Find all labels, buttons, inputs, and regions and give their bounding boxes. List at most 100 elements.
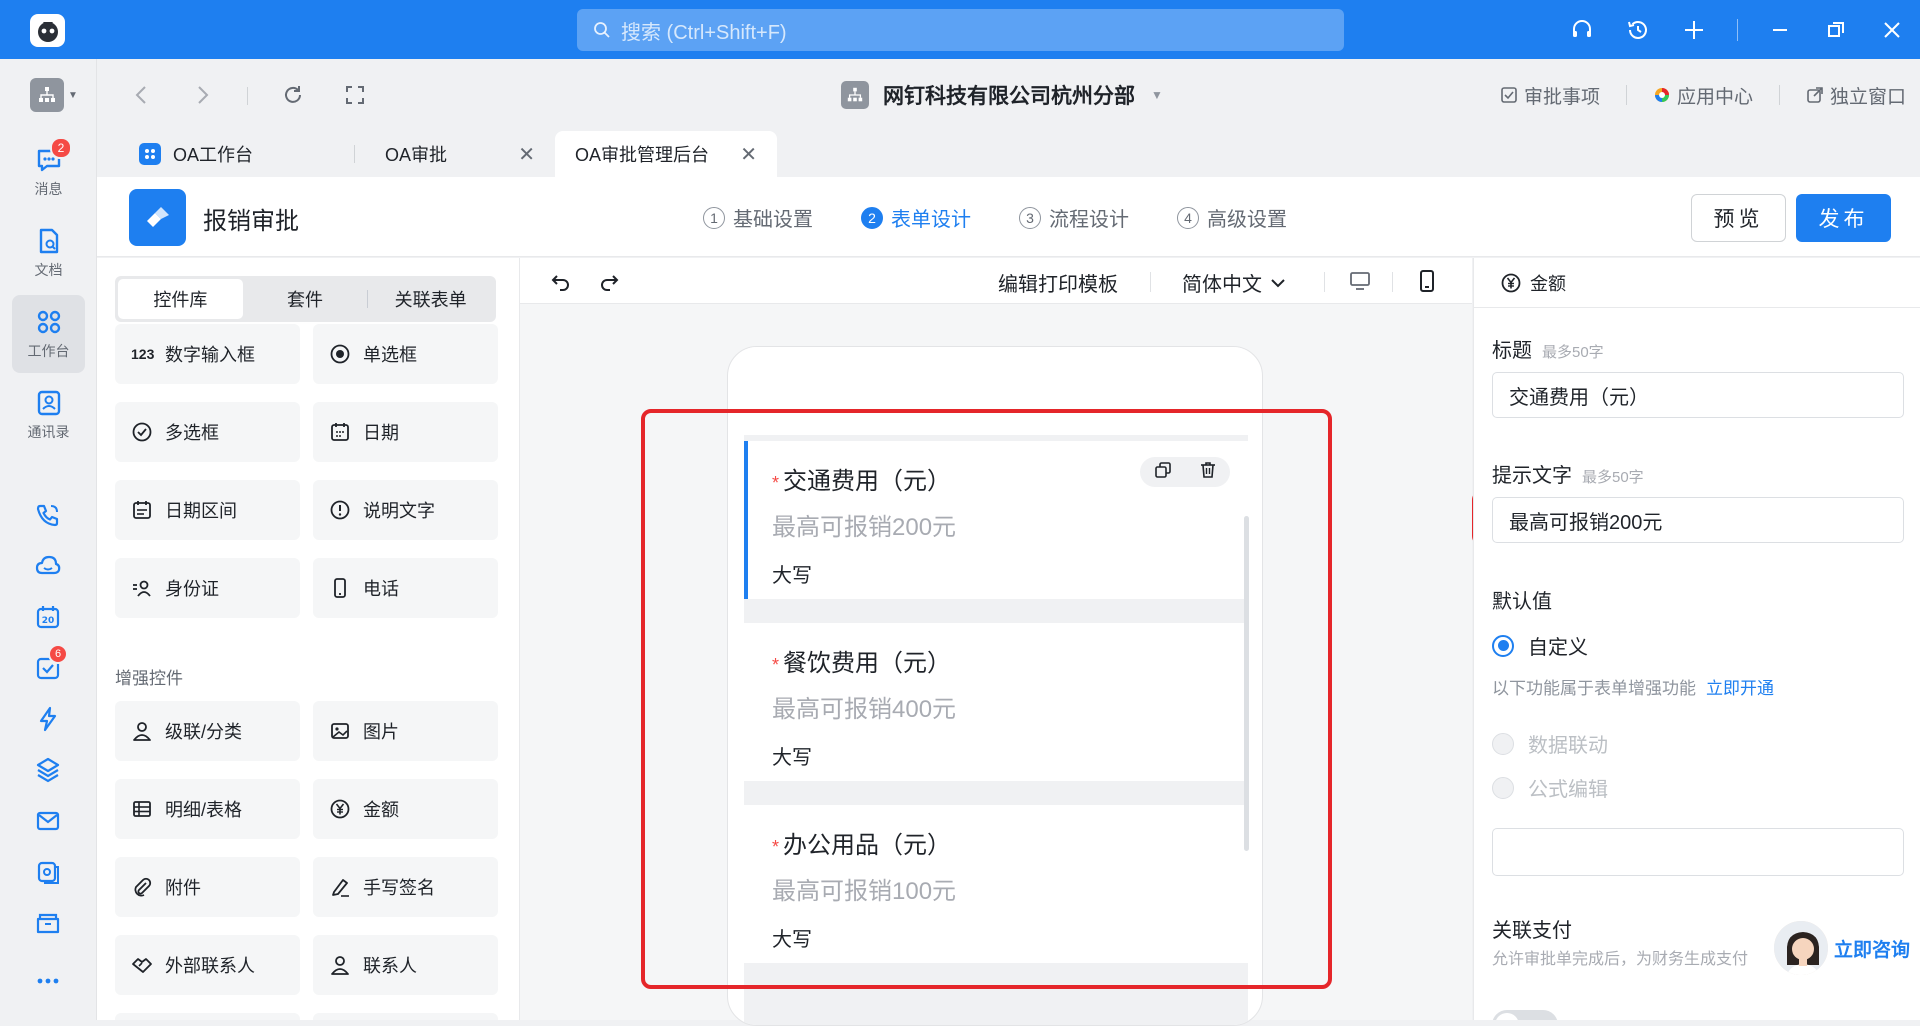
- sidebar-item-messages[interactable]: 消息 2: [12, 133, 85, 211]
- plus-icon[interactable]: [1666, 0, 1722, 59]
- more-icon[interactable]: [30, 963, 66, 999]
- folder-icon[interactable]: [30, 905, 66, 941]
- control-checkbox[interactable]: 多选框: [115, 402, 300, 462]
- sidebar-item-contacts[interactable]: 通讯录: [12, 376, 85, 454]
- tab-oa-approval[interactable]: OA审批 ✕: [355, 131, 555, 177]
- image-icon: [331, 723, 349, 739]
- minimize-icon[interactable]: [1752, 0, 1808, 59]
- step-process-design[interactable]: 3 流程设计: [1019, 203, 1129, 232]
- svg-text:20: 20: [42, 616, 55, 626]
- sidebar-item-label: 通讯录: [27, 424, 70, 440]
- notes-icon[interactable]: [30, 854, 66, 890]
- radio-custom[interactable]: 自定义: [1492, 631, 1588, 660]
- search-icon: [594, 22, 610, 38]
- properties-title: 金额: [1530, 273, 1566, 294]
- app-center-link[interactable]: 应用中心: [1653, 82, 1753, 109]
- control-date[interactable]: 日期: [313, 402, 498, 462]
- consult-button[interactable]: 立即咨询: [1772, 912, 1920, 984]
- redo-icon[interactable]: [598, 270, 620, 292]
- enhance-open-link[interactable]: 立即开通: [1706, 679, 1774, 698]
- app-logo-icon[interactable]: [30, 14, 65, 47]
- sidebar-item-label: 消息: [34, 181, 63, 197]
- headset-icon[interactable]: [1554, 0, 1610, 59]
- linked-payment-toggle[interactable]: [1492, 1010, 1558, 1020]
- control-attachment[interactable]: 附件: [115, 857, 300, 917]
- sidebar-item-todo[interactable]: 6: [30, 644, 68, 686]
- canvas-toolbar: 编辑打印模板 简体中文: [520, 258, 1472, 304]
- control-image[interactable]: 图片: [313, 701, 498, 761]
- restore-icon[interactable]: [1808, 0, 1864, 59]
- consultant-avatar: [1772, 919, 1830, 977]
- tab-control-library[interactable]: 控件库: [118, 279, 243, 319]
- id-card-icon: [133, 580, 151, 597]
- tab-oa-approval-admin[interactable]: OA审批管理后台 ✕: [555, 131, 777, 177]
- step-label: 基础设置: [733, 209, 813, 231]
- step-advanced-settings[interactable]: 4 高级设置: [1177, 203, 1287, 232]
- standalone-window-link[interactable]: 独立窗口: [1806, 82, 1906, 109]
- control-label: 日期: [363, 423, 399, 443]
- undo-icon[interactable]: [550, 270, 572, 292]
- control-radio[interactable]: 单选框: [313, 324, 498, 384]
- org-switcher[interactable]: ▼: [28, 77, 80, 113]
- paperclip-icon: [134, 877, 152, 897]
- title-bar: 搜索 (Ctrl+Shift+F): [0, 0, 1920, 59]
- fullscreen-icon[interactable]: [341, 81, 369, 109]
- mobile-view-icon[interactable]: [1418, 269, 1436, 293]
- forward-arrow-icon[interactable]: [189, 81, 217, 109]
- control-label: 图片: [363, 722, 399, 742]
- lightning-icon[interactable]: [30, 701, 66, 737]
- publish-button[interactable]: 发布: [1796, 194, 1891, 242]
- step-basic-settings[interactable]: 1 基础设置: [703, 203, 813, 232]
- control-cascade[interactable]: 级联/分类: [115, 701, 300, 761]
- org-icon: [841, 81, 869, 109]
- hint-text-input[interactable]: 最高可报销200元: [1492, 497, 1904, 543]
- sidebar-item-workbench[interactable]: 工作台: [12, 295, 85, 373]
- nav-divider: [247, 87, 248, 105]
- mail-icon[interactable]: [30, 803, 66, 839]
- control-amount[interactable]: 金额: [313, 779, 498, 839]
- caret-down-icon: ▼: [1151, 88, 1163, 102]
- cloud-icon[interactable]: [30, 548, 66, 584]
- edit-print-template-button[interactable]: 编辑打印模板: [998, 268, 1118, 297]
- number-input-icon: 123: [131, 346, 155, 362]
- preview-button[interactable]: 预览: [1691, 194, 1786, 242]
- close-icon[interactable]: ✕: [740, 142, 757, 167]
- calendar-icon[interactable]: 20: [30, 599, 66, 635]
- sidebar-item-docs[interactable]: 文档: [12, 214, 85, 292]
- control-detail-table[interactable]: 明细/表格: [115, 779, 300, 839]
- control-date-range[interactable]: 日期区间: [115, 480, 300, 540]
- title-input[interactable]: 交通费用（元）: [1492, 372, 1904, 418]
- control-description-text[interactable]: 说明文字: [313, 480, 498, 540]
- control-id-card[interactable]: 身份证: [115, 558, 300, 618]
- control-label: 手写签名: [363, 878, 435, 898]
- control-label: 单选框: [363, 345, 417, 365]
- language-select[interactable]: 简体中文: [1182, 268, 1286, 297]
- back-arrow-icon[interactable]: [127, 81, 155, 109]
- history-icon[interactable]: [1610, 0, 1666, 59]
- approval-items-label: 审批事项: [1523, 86, 1600, 108]
- control-phone[interactable]: 电话: [313, 558, 498, 618]
- control-partial-left: [115, 1013, 300, 1020]
- enhanced-controls-heading: 增强控件: [115, 669, 183, 688]
- default-value-input[interactable]: [1492, 828, 1904, 876]
- control-external-contact[interactable]: 外部联系人: [115, 935, 300, 995]
- control-signature[interactable]: 手写签名: [313, 857, 498, 917]
- global-search-input[interactable]: 搜索 (Ctrl+Shift+F): [577, 9, 1344, 51]
- tab-oa-workbench[interactable]: OA工作台: [119, 131, 355, 177]
- step-form-design[interactable]: 2 表单设计: [861, 203, 971, 232]
- approval-items-link[interactable]: 审批事项: [1500, 82, 1600, 109]
- org-selector[interactable]: 网钉科技有限公司杭州分部 ▼: [841, 77, 1163, 113]
- radio-icon: [330, 344, 350, 364]
- radio-label: 自定义: [1528, 637, 1588, 659]
- refresh-icon[interactable]: [279, 81, 307, 109]
- radio-label: 公式编辑: [1528, 779, 1608, 801]
- cube-icon[interactable]: [30, 752, 66, 788]
- desktop-view-icon[interactable]: [1348, 270, 1372, 292]
- close-window-icon[interactable]: [1864, 0, 1920, 59]
- phone-call-icon[interactable]: [30, 497, 66, 533]
- tab-linked-form[interactable]: 关联表单: [368, 279, 493, 319]
- control-number-input[interactable]: 123 数字输入框: [115, 324, 300, 384]
- control-contact[interactable]: 联系人: [313, 935, 498, 995]
- close-icon[interactable]: ✕: [518, 142, 535, 167]
- tab-kits[interactable]: 套件: [243, 279, 368, 319]
